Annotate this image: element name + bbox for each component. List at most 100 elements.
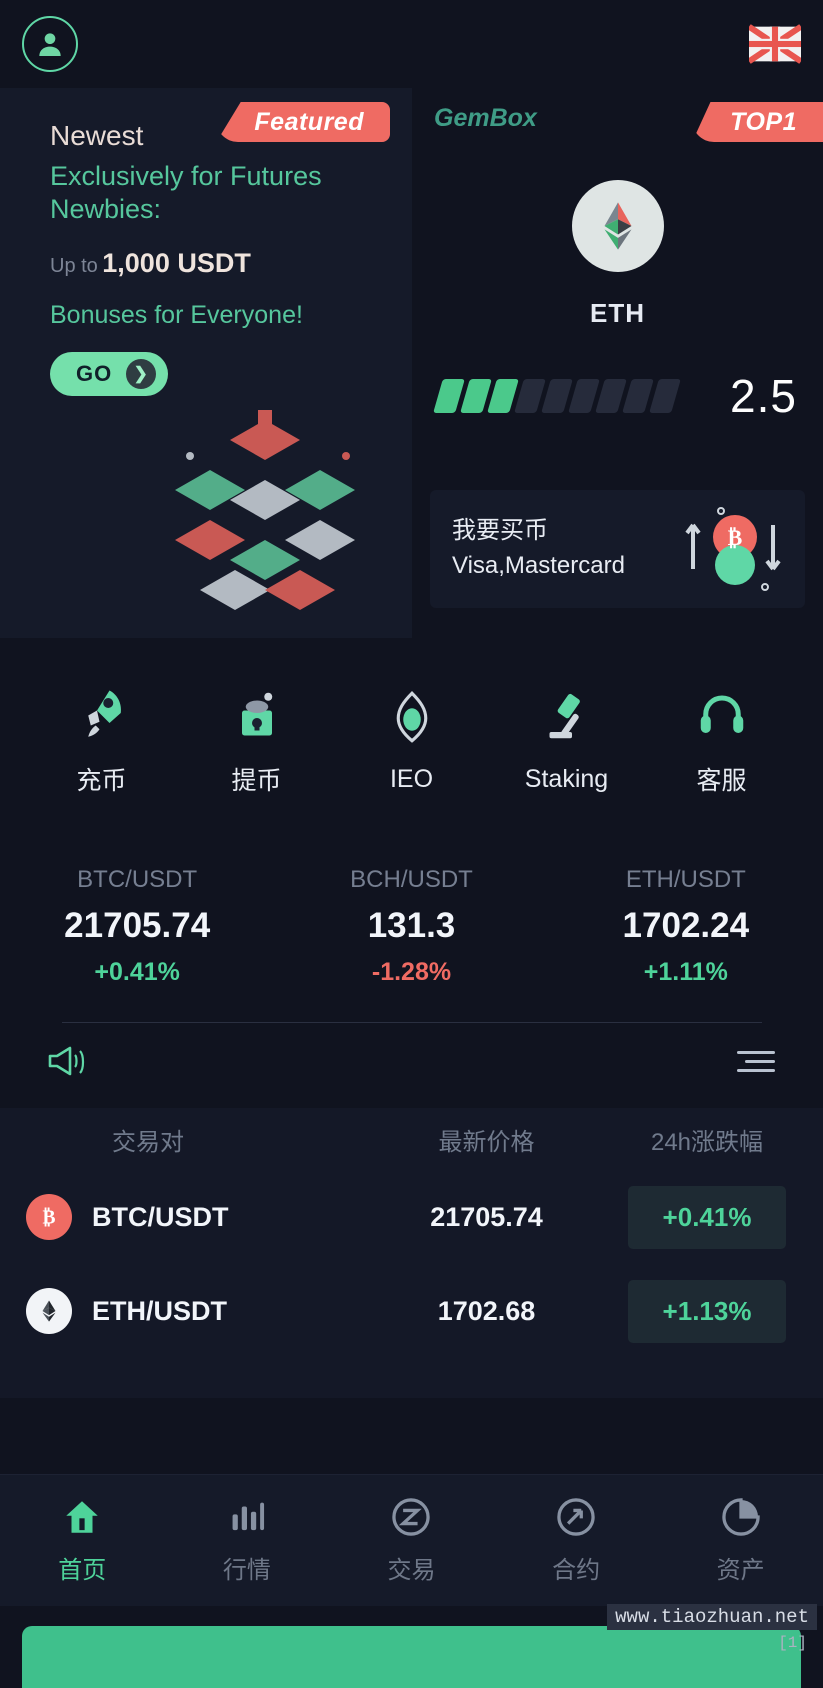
ticker-pair: ETH/USDT [625, 865, 746, 893]
ticker-price: 1702.24 [622, 905, 750, 945]
gembox-progress-bar [433, 379, 681, 413]
tab-markets[interactable]: 行情 [172, 1496, 322, 1585]
promo-amount-row: Up to 1,000 USDT [50, 248, 380, 279]
quick-action-label: 客服 [696, 767, 747, 795]
ticker-eth[interactable]: ETH/USDT 1702.24 +1.11% [549, 836, 823, 1016]
home-icon [66, 1501, 99, 1533]
tab-label: 首页 [58, 1557, 107, 1584]
market-pair-label: BTC/USDT [92, 1201, 229, 1232]
quick-action-ieo[interactable]: IEO [337, 687, 487, 794]
quick-action-deposit[interactable]: 充币 [27, 683, 177, 797]
market-bars-icon [232, 1502, 264, 1531]
swap-icon [392, 1498, 431, 1536]
quick-action-label: Staking [524, 764, 609, 793]
ticker-pair: BCH/USDT [350, 865, 473, 893]
market-change-cell: +0.41% [617, 1185, 797, 1249]
tab-label: 交易 [387, 1557, 436, 1584]
market-change-cell: +1.13% [617, 1279, 797, 1343]
promo-banner[interactable]: Featured Newest Exclusively for Futures … [0, 88, 412, 638]
svg-text:₿: ₿ [42, 1208, 55, 1229]
market-pair-cell: ₿ BTC/USDT [26, 1194, 356, 1240]
watermark-url: www.tiaozhuan.net [607, 1604, 817, 1630]
tab-assets[interactable]: 资产 [666, 1496, 816, 1585]
table-row[interactable]: ₿ BTC/USDT 21705.74 +0.41% [0, 1170, 823, 1264]
promo-newest-label: Newest [50, 120, 144, 151]
tab-label: 资产 [716, 1557, 765, 1584]
ticker-change: +1.11% [643, 957, 728, 986]
buy-crypto-text: 我要买币 Visa,Mastercard [452, 514, 625, 584]
promo-headline: Exclusively for Futures Newbies: [50, 161, 322, 224]
announcement-bar[interactable] [0, 1022, 823, 1100]
bitcoin-icon: ₿ [26, 1194, 72, 1240]
market-list: 交易对 最新价格 24h涨跌幅 ₿ BTC/USDT 21705.74 +0.4… [0, 1108, 823, 1398]
table-row[interactable]: ETH/USDT 1702.68 +1.13% [0, 1264, 823, 1358]
quick-action-withdraw[interactable]: 提币 [182, 683, 332, 797]
progress-segment [622, 379, 654, 413]
tab-home[interactable]: 首页 [7, 1496, 157, 1585]
chevron-right-icon: ❯ [126, 358, 157, 389]
svg-text:₿: ₿ [728, 525, 743, 550]
banner-area: Featured Newest Exclusively for Futures … [0, 88, 823, 638]
ticker-price: 131.3 [367, 905, 456, 945]
user-avatar-icon[interactable] [22, 16, 78, 72]
ethereum-icon [571, 180, 664, 272]
quick-action-staking[interactable]: Staking [492, 687, 642, 794]
gavel-icon [549, 693, 580, 738]
buy-sell-arrows-icon: ₿ [685, 507, 781, 591]
go-button-label: GO [76, 360, 113, 386]
ticker-price: 21705.74 [64, 905, 211, 945]
app-screen: Featured Newest Exclusively for Futures … [0, 0, 823, 1688]
promo-text-block: Newest Exclusively for Futures Newbies: … [50, 120, 380, 396]
tab-contracts[interactable]: 合约 [501, 1496, 651, 1585]
market-pair-label: ETH/USDT [92, 1295, 227, 1326]
buy-crypto-card[interactable]: 我要买币 Visa,Mastercard ₿ [430, 490, 805, 608]
progress-segment [514, 379, 546, 413]
isometric-city-illustration [175, 410, 355, 610]
ticker-change: -1.28% [371, 957, 452, 986]
ticker-change: +0.41% [94, 957, 180, 986]
bottom-navigation: 首页 行情 交易 合约 资产 [0, 1474, 823, 1606]
progress-segment [595, 379, 627, 413]
quick-action-label: IEO [389, 764, 434, 793]
market-price-cell: 1702.68 [437, 1295, 536, 1326]
promo-upto-label: Up to [50, 254, 98, 277]
gem-icon [396, 690, 427, 743]
quick-action-label: 提币 [231, 767, 282, 795]
gembox-progress-row: 2.5 [412, 369, 823, 423]
list-menu-icon[interactable] [733, 1044, 779, 1078]
status-badge: +1.13% [628, 1279, 786, 1343]
buy-crypto-title: 我要买币 [452, 517, 548, 545]
ticker-pair: BTC/USDT [77, 865, 198, 893]
progress-segment [433, 379, 465, 413]
megaphone-icon[interactable] [44, 1041, 88, 1081]
ticker-bch[interactable]: BCH/USDT 131.3 -1.28% [274, 836, 548, 1016]
watermark-sub: [1] [778, 1634, 807, 1652]
status-badge: +0.41% [628, 1185, 786, 1249]
column-header-price: 最新价格 [438, 1128, 535, 1156]
column-header-pair: 交易对 [112, 1128, 184, 1156]
ticker-btc[interactable]: BTC/USDT 21705.74 +0.41% [0, 836, 274, 1016]
promo-go-button[interactable]: GO ❯ [50, 351, 169, 396]
market-table-header: 交易对 最新价格 24h涨跌幅 [0, 1108, 823, 1170]
rocket-icon [87, 690, 121, 737]
progress-segment [487, 379, 519, 413]
uk-flag-icon[interactable] [749, 24, 801, 64]
top-bar [0, 0, 823, 88]
buy-crypto-subtitle: Visa,Mastercard [452, 552, 625, 579]
promo-bonus-line: Bonuses for Everyone! [50, 300, 303, 329]
market-pair-cell: ETH/USDT [26, 1288, 356, 1334]
quick-action-support[interactable]: 客服 [647, 683, 797, 797]
column-header-change: 24h涨跌幅 [650, 1128, 764, 1156]
gembox-coin-name: ETH [590, 298, 645, 328]
tab-label: 行情 [222, 1557, 271, 1584]
tab-trade[interactable]: 交易 [336, 1496, 486, 1585]
gembox-panel: GemBox TOP1 ETH 2.5 我要买币 Visa,Mastercard… [412, 88, 823, 638]
gembox-card[interactable]: ETH 2.5 [412, 88, 823, 478]
safe-vault-icon [241, 692, 272, 736]
ticker-row: BTC/USDT 21705.74 +0.41% BCH/USDT 131.3 … [0, 836, 823, 1016]
promo-amount: 1,000 USDT [102, 247, 251, 278]
contract-compass-icon [557, 1498, 595, 1536]
progress-segment [460, 379, 492, 413]
market-price-cell: 21705.74 [430, 1201, 543, 1232]
progress-segment [541, 379, 573, 413]
